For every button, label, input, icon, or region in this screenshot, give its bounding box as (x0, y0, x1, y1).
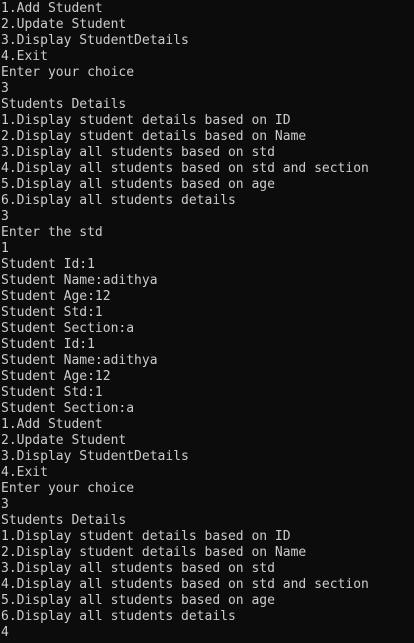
console-line: Enter your choice (1, 481, 135, 496)
console-line: 1.Add Student (1, 417, 103, 432)
console-line: 4.Exit (1, 49, 48, 64)
console-line: 3.Display all students based on std (1, 145, 275, 160)
console-line: Student Std:1 (1, 385, 103, 400)
console-line: Student Section:a (1, 321, 135, 336)
console-line: 6.Display all students details (1, 609, 236, 624)
console-line: 4.Exit (1, 465, 48, 480)
console-line: 2.Update Student (1, 433, 127, 448)
console-line: 3 (1, 497, 9, 512)
console-line: 2.Display student details based on Name (1, 129, 307, 144)
console-line: Enter your choice (1, 65, 135, 80)
console-line: 2.Display student details based on Name (1, 545, 307, 560)
console-line: Student Name:adithya (1, 353, 158, 368)
console-line: 3.Display StudentDetails (1, 33, 189, 48)
console-line: 3.Display all students based on std (1, 561, 275, 576)
console-line: 1 (1, 241, 9, 256)
console-line: 6.Display all students details (1, 193, 236, 208)
console-line: 4.Display all students based on std and … (1, 577, 369, 592)
console-line: Student Age:12 (1, 289, 111, 304)
console-line: 3 (1, 209, 9, 224)
console-line: 5.Display all students based on age (1, 593, 275, 608)
console-line: 3 (1, 81, 9, 96)
console-line: Student Name:adithya (1, 273, 158, 288)
console-line: Student Std:1 (1, 305, 103, 320)
console-line: Students Details (1, 97, 127, 112)
console-line: 4 (1, 625, 9, 640)
console-line: 1.Display student details based on ID (1, 113, 291, 128)
console-output[interactable]: 1.Add Student 2.Update Student 3.Display… (0, 0, 414, 643)
console-line: Student Id:1 (1, 257, 95, 272)
console-line: Enter the std (1, 225, 103, 240)
console-line: Student Id:1 (1, 337, 95, 352)
console-line: 3.Display StudentDetails (1, 449, 189, 464)
console-line: 1.Add Student (1, 1, 103, 16)
console-line: Students Details (1, 513, 127, 528)
console-line: 2.Update Student (1, 17, 127, 32)
console-line: 5.Display all students based on age (1, 177, 275, 192)
console-line: Student Section:a (1, 401, 135, 416)
console-line: 1.Display student details based on ID (1, 529, 291, 544)
console-line: 4.Display all students based on std and … (1, 161, 369, 176)
console-line: Student Age:12 (1, 369, 111, 384)
